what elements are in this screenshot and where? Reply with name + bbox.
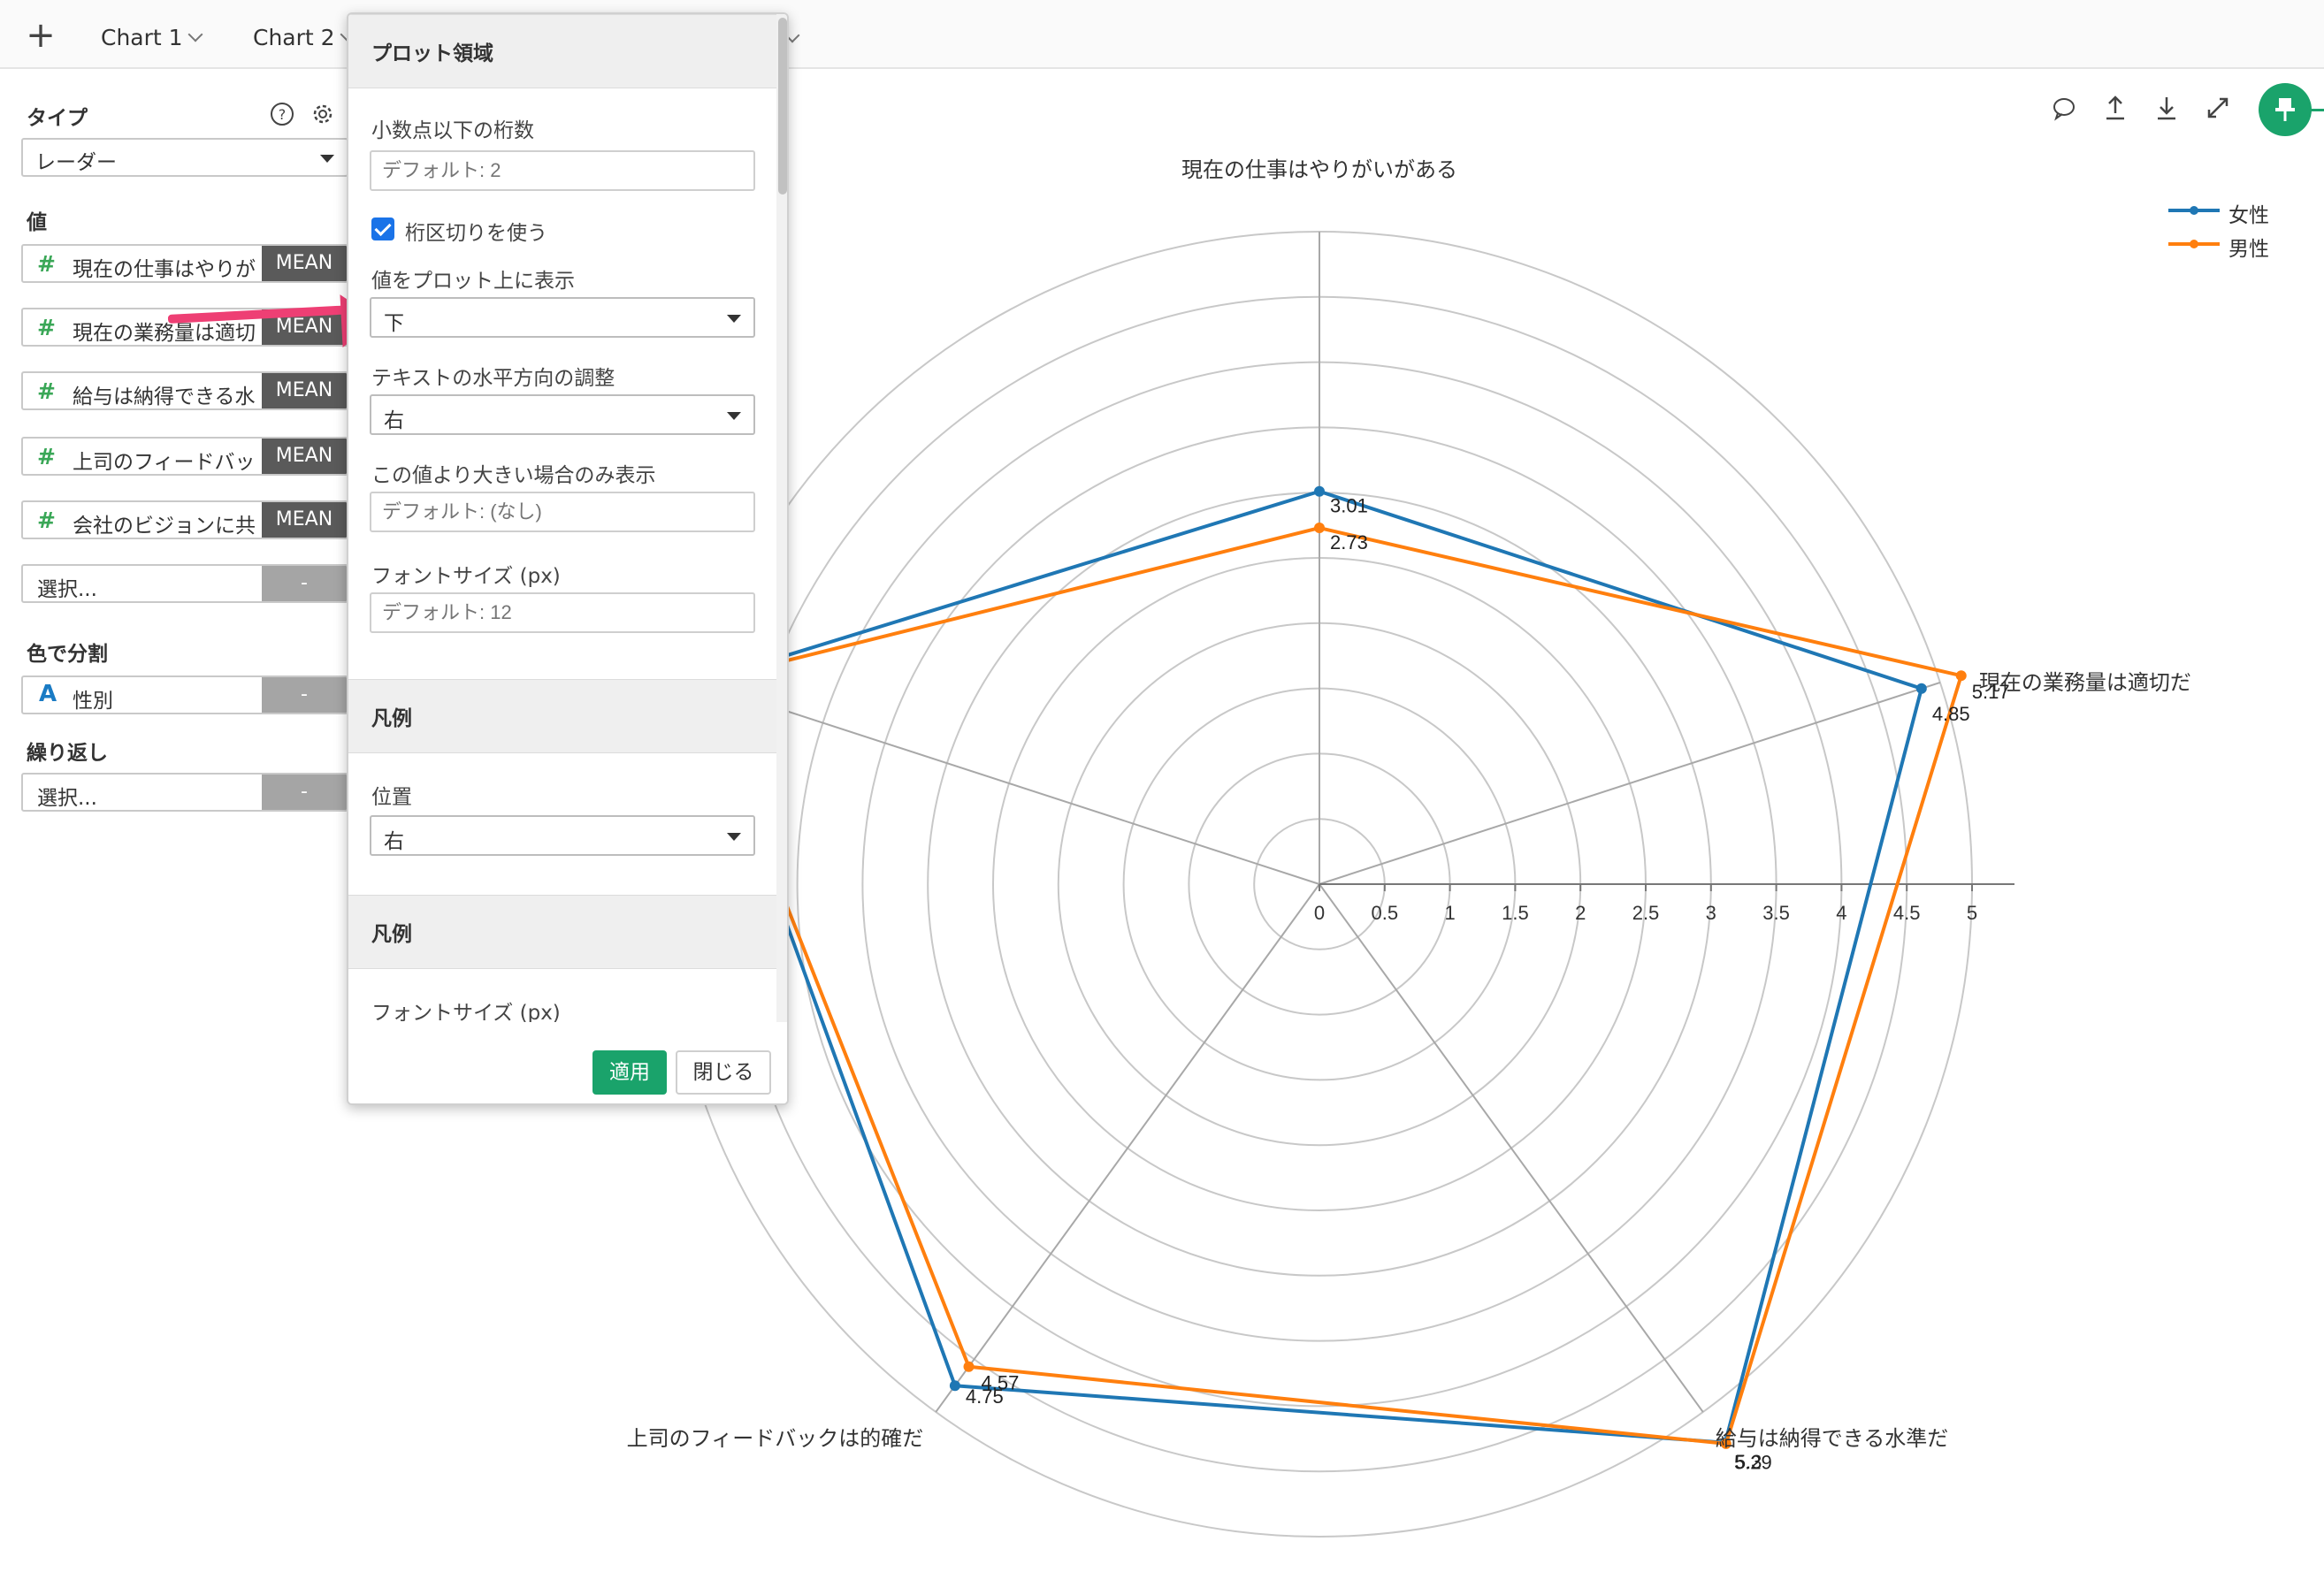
- data-label: 4.85: [1932, 703, 1970, 725]
- radial-tick-label: 2.5: [1632, 902, 1660, 924]
- legend-label: 男性: [2228, 238, 2269, 261]
- radar-grid: [666, 231, 2014, 1538]
- plot-settings-popup: プロット領域 小数点以下の桁数 桁区切りを使う 値をプロット上に表示 下 テキス…: [347, 12, 789, 1105]
- radial-tick-label: 0.5: [1372, 902, 1399, 924]
- show-values-select[interactable]: 下: [370, 297, 755, 338]
- axis-label: 現在の業務量は適切だ: [1979, 670, 2191, 695]
- popup-scrollbar[interactable]: [776, 14, 787, 1022]
- data-point: [1915, 683, 1927, 694]
- series-line-female: [697, 489, 1923, 1445]
- axis-spoke: [935, 883, 1320, 1413]
- data-label: 4.57: [982, 1372, 1020, 1394]
- data-label: 5.17: [1972, 681, 2010, 703]
- separator-label: 桁区切りを使う: [405, 222, 547, 245]
- separator-checkbox[interactable]: [371, 218, 394, 240]
- h-align-select[interactable]: 右: [370, 394, 755, 435]
- series-line-male: [697, 526, 1963, 1446]
- axis-label: 上司のフィードバックは的確だ: [627, 1426, 924, 1451]
- data-point: [1955, 670, 1967, 682]
- data-label: 5.3: [1735, 1451, 1762, 1473]
- radial-tick-label: 5: [1967, 902, 1977, 924]
- legend-label: 女性: [2228, 204, 2269, 227]
- legend-position-label: 位置: [371, 786, 412, 809]
- close-button[interactable]: 閉じる: [676, 1050, 771, 1095]
- pin-connector: [2305, 109, 2324, 111]
- expand-icon[interactable]: [2202, 92, 2234, 124]
- threshold-label: この値より大きい場合のみ表示: [371, 464, 656, 487]
- axis-label: 現在の仕事はやりがいがある: [1181, 157, 1457, 182]
- popup-footer: 適用 閉じる: [348, 1022, 787, 1103]
- axis-label: 給与は納得できる水準だ: [1716, 1426, 1949, 1451]
- decimals-input[interactable]: [370, 150, 755, 191]
- scrollbar-thumb[interactable]: [778, 18, 787, 195]
- font-size-label: フォントサイズ (px): [371, 565, 561, 588]
- data-point: [963, 1361, 975, 1372]
- legend-line-male: [2168, 240, 2220, 248]
- upload-icon[interactable]: [2099, 92, 2131, 124]
- data-label: 3.01: [1330, 495, 1368, 517]
- legend-line-female: [2168, 206, 2220, 215]
- font-size-input[interactable]: [370, 592, 755, 633]
- caret-down-icon: [727, 315, 741, 323]
- comment-icon[interactable]: [2048, 92, 2080, 124]
- pin-button[interactable]: [2259, 83, 2312, 136]
- caret-down-icon: [727, 412, 741, 420]
- section-header: プロット領域: [348, 14, 776, 88]
- radial-tick-label: 1.5: [1502, 902, 1529, 924]
- threshold-input[interactable]: [370, 492, 755, 532]
- decimals-label: 小数点以下の桁数: [371, 119, 534, 142]
- data-point: [1314, 523, 1325, 534]
- radial-tick-label: 0: [1314, 902, 1325, 924]
- radial-tick-label: 2: [1575, 902, 1586, 924]
- radial-tick-label: 1: [1444, 902, 1455, 924]
- caret-down-icon: [727, 833, 741, 841]
- select-value: 右: [384, 409, 404, 432]
- download-icon[interactable]: [2151, 92, 2183, 124]
- h-align-label: テキストの水平方向の調整: [371, 367, 615, 390]
- select-value: 右: [384, 830, 404, 853]
- legend-position-select[interactable]: 右: [370, 815, 755, 856]
- legend-font-size-label: フォントサイズ (px): [371, 1002, 561, 1025]
- select-value: 下: [384, 312, 404, 335]
- apply-button[interactable]: 適用: [592, 1050, 667, 1095]
- show-values-label: 値をプロット上に表示: [371, 270, 575, 293]
- radial-tick-label: 3.5: [1762, 902, 1790, 924]
- data-point: [1314, 485, 1325, 497]
- section-header: 凡例: [348, 895, 776, 969]
- radial-tick-label: 4: [1836, 902, 1846, 924]
- radial-tick-label: 4.5: [1893, 902, 1921, 924]
- section-header: 凡例: [348, 679, 776, 753]
- data-label: 2.73: [1330, 531, 1368, 553]
- pin-icon: [2275, 98, 2295, 121]
- radial-tick-label: 3: [1706, 902, 1716, 924]
- axis-spoke: [1319, 883, 1704, 1413]
- data-point: [949, 1380, 960, 1392]
